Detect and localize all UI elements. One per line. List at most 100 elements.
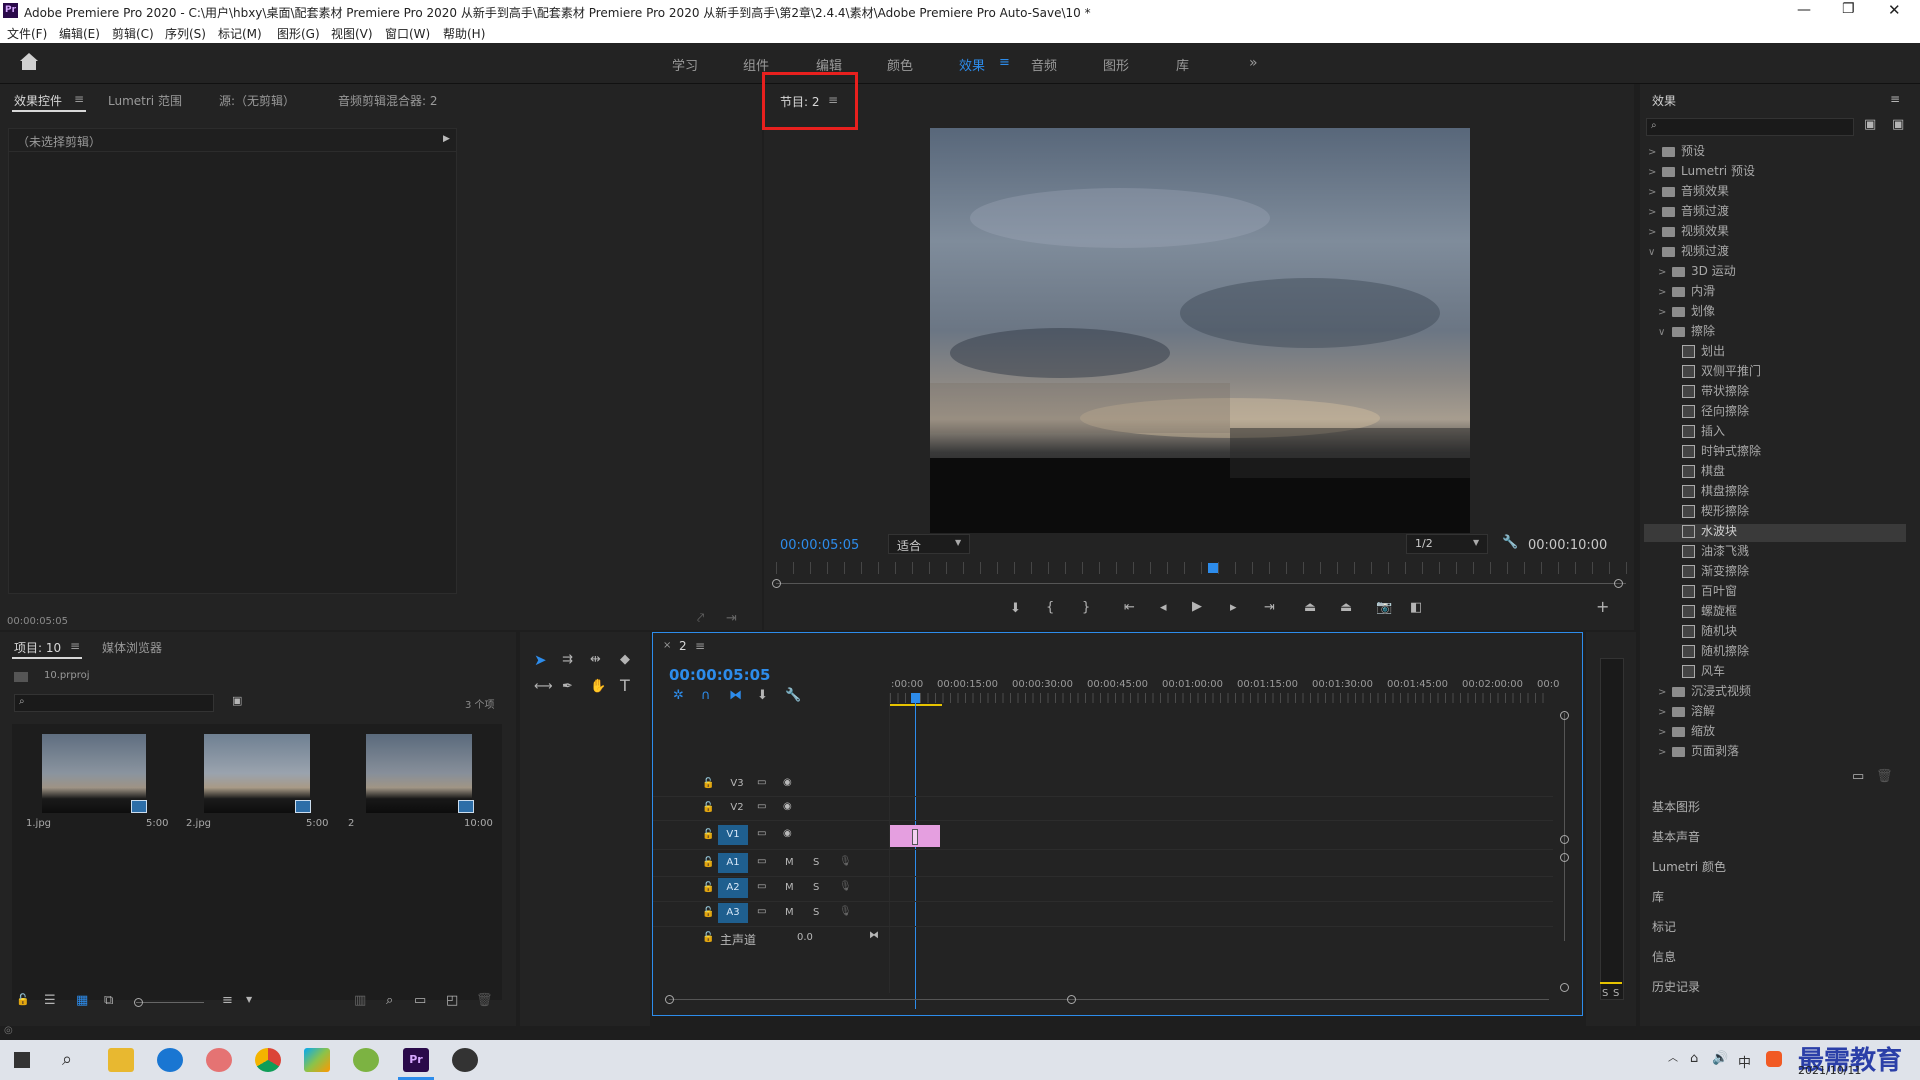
sync-lock-icon[interactable]: ▭ bbox=[757, 881, 766, 892]
side-panel-info[interactable]: 信息 bbox=[1652, 948, 1676, 965]
mark-in-icon[interactable]: { bbox=[1046, 601, 1054, 614]
effect-item[interactable]: 水波块 bbox=[1668, 522, 1737, 539]
effect-folder[interactable]: > Lumetri 预设 bbox=[1648, 162, 1755, 179]
extract-icon[interactable]: ⏏ bbox=[1340, 601, 1352, 614]
effect-item[interactable]: 螺旋框 bbox=[1668, 602, 1737, 619]
linked-selection-icon[interactable]: ⧓ bbox=[729, 689, 742, 702]
go-to-in-icon[interactable]: ⇤ bbox=[1124, 601, 1135, 614]
menu-clip[interactable]: 剪辑(C) bbox=[112, 25, 154, 42]
effect-item[interactable]: 径向擦除 bbox=[1668, 402, 1749, 419]
more-workspaces-icon[interactable]: » bbox=[1249, 55, 1258, 71]
zoom-slider-handle[interactable] bbox=[134, 998, 143, 1007]
go-to-out-icon[interactable]: ⇥ bbox=[1264, 601, 1275, 614]
project-tab-menu-icon[interactable]: ≡ bbox=[70, 639, 80, 653]
effect-item[interactable]: 随机块 bbox=[1668, 622, 1737, 639]
export-frame-icon[interactable]: ⤤ bbox=[697, 612, 704, 625]
menu-view[interactable]: 视图(V) bbox=[331, 25, 373, 42]
sequence-tab-menu-icon[interactable]: ≡ bbox=[695, 639, 705, 653]
mute-button[interactable]: M bbox=[785, 907, 794, 918]
new-item-icon[interactable]: ◰ bbox=[446, 994, 458, 1007]
eye-icon[interactable]: ◉ bbox=[783, 777, 792, 788]
effect-item[interactable]: 棋盘 bbox=[1668, 462, 1725, 479]
slip-tool-icon[interactable]: ⟷ bbox=[534, 680, 553, 693]
workspace-menu-icon[interactable]: ≡ bbox=[999, 55, 1010, 70]
lock-icon[interactable]: 🔓 bbox=[702, 882, 714, 893]
lift-icon[interactable]: ⏏ bbox=[1304, 601, 1316, 614]
settings-icon[interactable]: ⇥ bbox=[726, 612, 737, 625]
timeline-settings-icon[interactable]: 🔧 bbox=[785, 689, 801, 702]
hscroll-handle-right[interactable] bbox=[1067, 995, 1076, 1004]
meter-solo-label[interactable]: S bbox=[1613, 988, 1619, 999]
effect-item[interactable]: 渐变擦除 bbox=[1668, 562, 1749, 579]
effect-item[interactable]: 划出 bbox=[1668, 342, 1725, 359]
microphone-icon[interactable]: 🎙 bbox=[839, 881, 852, 892]
nest-toggle-icon[interactable]: ✲ bbox=[673, 689, 684, 702]
track-label-v1[interactable]: V1 bbox=[718, 825, 748, 845]
app-icon[interactable] bbox=[206, 1048, 232, 1072]
edge-icon[interactable] bbox=[157, 1048, 183, 1072]
zoom-slider[interactable] bbox=[136, 1002, 204, 1003]
meter-solo-label[interactable]: S bbox=[1602, 988, 1608, 999]
effect-item[interactable]: 风车 bbox=[1668, 662, 1725, 679]
volume-icon[interactable]: 🔊 bbox=[1712, 1052, 1728, 1065]
app-icon[interactable] bbox=[304, 1048, 330, 1072]
close-sequence-icon[interactable]: × bbox=[663, 640, 671, 651]
track-label-a1[interactable]: A1 bbox=[718, 853, 748, 873]
track-label-v3[interactable]: V3 bbox=[725, 778, 749, 789]
effect-item[interactable]: 棋盘擦除 bbox=[1668, 482, 1749, 499]
lock-icon[interactable]: 🔓 bbox=[702, 829, 714, 840]
pen-tool-icon[interactable]: ✒ bbox=[562, 680, 573, 693]
chevron-right-icon[interactable]: > bbox=[1648, 167, 1662, 178]
workspace-learn[interactable]: 学习 bbox=[672, 55, 698, 74]
close-icon[interactable]: ✕ bbox=[1888, 1, 1901, 19]
tab-project[interactable]: 项目: 10 bbox=[14, 639, 61, 656]
lock-icon[interactable]: 🔓 bbox=[702, 907, 714, 918]
list-item[interactable]: 2 10:00 bbox=[338, 724, 500, 834]
new-bin-icon[interactable]: ▭ bbox=[1852, 770, 1864, 783]
tab-media-browser[interactable]: 媒体浏览器 bbox=[102, 639, 162, 656]
effect-folder[interactable]: > 视频效果 bbox=[1648, 222, 1729, 239]
ripple-edit-tool-icon[interactable]: ⇹ bbox=[590, 653, 601, 666]
eye-icon[interactable]: ◉ bbox=[783, 828, 792, 839]
sync-lock-icon[interactable]: ▭ bbox=[757, 856, 766, 867]
new-bin-icon[interactable]: ▭ bbox=[414, 994, 426, 1007]
chevron-right-icon[interactable]: > bbox=[1648, 187, 1662, 198]
button-editor-icon[interactable]: + bbox=[1596, 599, 1609, 615]
sync-lock-icon[interactable]: ▭ bbox=[757, 801, 766, 812]
solo-button[interactable]: S bbox=[813, 882, 819, 893]
sort-icon[interactable]: ≡ bbox=[222, 994, 233, 1007]
scrub-ruler[interactable] bbox=[776, 562, 1628, 574]
type-tool-icon[interactable]: T bbox=[620, 678, 630, 694]
trash-icon[interactable]: 🗑 bbox=[1876, 770, 1893, 783]
windows-start-icon[interactable] bbox=[14, 1052, 30, 1068]
chevron-right-icon[interactable]: > bbox=[1658, 707, 1672, 718]
step-back-icon[interactable]: ◂ bbox=[1160, 601, 1167, 614]
video-clip[interactable] bbox=[890, 825, 940, 847]
step-forward-icon[interactable]: ▸ bbox=[1230, 601, 1237, 614]
chevron-right-icon[interactable]: > bbox=[1648, 227, 1662, 238]
add-marker-icon[interactable]: ⬇ bbox=[1010, 602, 1021, 615]
app-icon[interactable] bbox=[452, 1048, 478, 1072]
network-icon[interactable]: ⌂ bbox=[1690, 1052, 1698, 1065]
chevron-right-icon[interactable]: > bbox=[1658, 267, 1672, 278]
workspace-graphics[interactable]: 图形 bbox=[1103, 55, 1129, 74]
compare-view-icon[interactable]: ◧ bbox=[1410, 601, 1422, 614]
effect-item[interactable]: 油漆飞溅 bbox=[1668, 542, 1749, 559]
effect-item[interactable]: 楔形擦除 bbox=[1668, 502, 1749, 519]
hscroll-handle-left[interactable] bbox=[665, 995, 674, 1004]
playhead-marker[interactable] bbox=[1208, 563, 1218, 573]
master-volume[interactable]: 0.0 bbox=[797, 932, 813, 943]
menu-edit[interactable]: 编辑(E) bbox=[59, 25, 100, 42]
freeform-view-icon[interactable]: ⧉ bbox=[104, 994, 113, 1007]
maximize-icon[interactable]: ❐ bbox=[1842, 1, 1855, 17]
lock-icon[interactable]: 🔓 bbox=[702, 932, 714, 943]
menu-window[interactable]: 窗口(W) bbox=[385, 25, 430, 42]
chevron-down-icon[interactable]: ∨ bbox=[1658, 327, 1672, 338]
side-panel-lumetri-color[interactable]: Lumetri 颜色 bbox=[1652, 858, 1726, 875]
effect-item[interactable]: 随机擦除 bbox=[1668, 642, 1749, 659]
mute-button[interactable]: M bbox=[785, 857, 794, 868]
chevron-right-icon[interactable]: > bbox=[1658, 727, 1672, 738]
chevron-right-icon[interactable]: > bbox=[1648, 207, 1662, 218]
side-panel-libraries[interactable]: 库 bbox=[1652, 888, 1664, 905]
track-label-a3[interactable]: A3 bbox=[718, 903, 748, 923]
